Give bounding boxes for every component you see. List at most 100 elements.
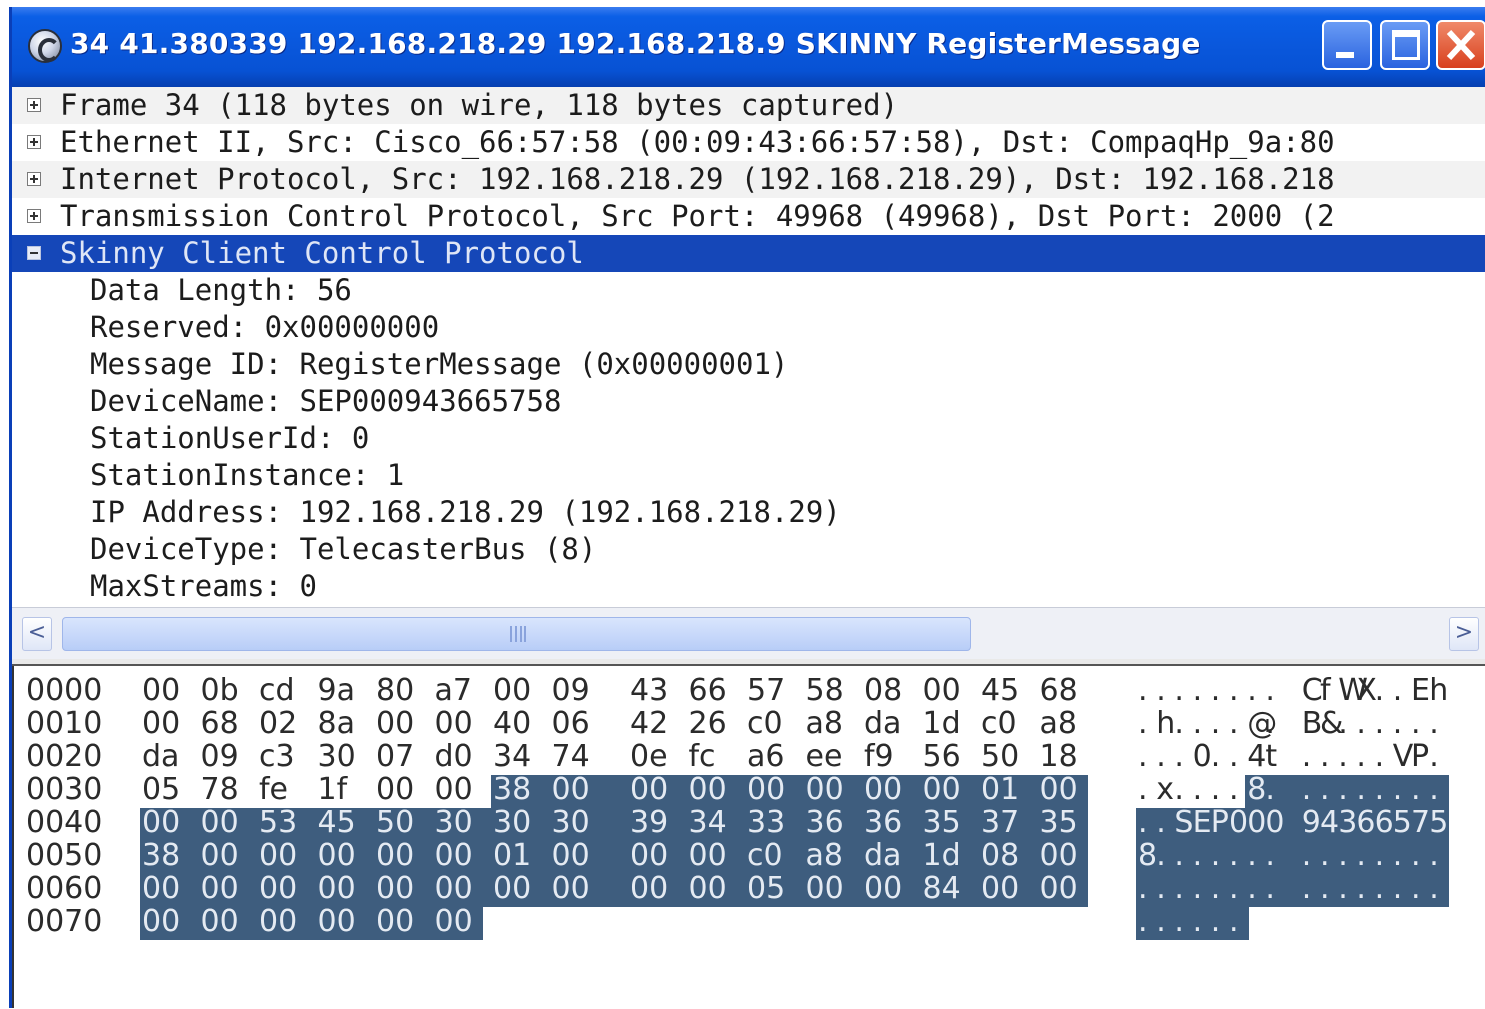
- hex-byte[interactable]: 00: [376, 905, 422, 938]
- hex-byte[interactable]: 00: [689, 872, 735, 905]
- hex-byte[interactable]: 45: [318, 806, 364, 839]
- hex-byte[interactable]: 36: [864, 806, 910, 839]
- pane-splitter[interactable]: [12, 659, 1485, 666]
- ascii-char[interactable]: .: [1247, 872, 1265, 905]
- hex-byte[interactable]: 00: [630, 773, 676, 806]
- ascii-char[interactable]: .: [1193, 905, 1211, 938]
- hex-byte[interactable]: 00: [493, 674, 539, 707]
- ascii-char[interactable]: .: [1356, 872, 1374, 905]
- close-button[interactable]: [1436, 20, 1485, 70]
- hex-byte[interactable]: 00: [864, 872, 910, 905]
- ascii-char[interactable]: .: [1138, 872, 1156, 905]
- title-bar[interactable]: 34 41.380339 192.168.218.29 192.168.218.…: [12, 7, 1485, 87]
- hex-byte[interactable]: 50: [376, 806, 422, 839]
- field-device-type[interactable]: DeviceType: TelecasterBus (8): [90, 531, 596, 568]
- ascii-char[interactable]: E: [1193, 806, 1212, 839]
- ascii-char[interactable]: .: [1320, 872, 1338, 905]
- hex-byte[interactable]: 30: [435, 806, 481, 839]
- hex-byte[interactable]: 30: [552, 806, 598, 839]
- hex-row[interactable]: 0000 00 0b cd 9a 80 a7 00 09 43 66 57 58 08 00 45 68....…: [14, 674, 1485, 707]
- hex-byte[interactable]: 00: [689, 773, 735, 806]
- hex-byte[interactable]: 66: [689, 674, 735, 707]
- ascii-char[interactable]: f: [1320, 674, 1338, 707]
- ascii-char[interactable]: S: [1174, 806, 1193, 839]
- ascii-char[interactable]: .: [1193, 707, 1211, 740]
- collapse-minus-icon[interactable]: [27, 246, 41, 260]
- hex-byte[interactable]: 43: [630, 674, 676, 707]
- hex-byte[interactable]: f9: [864, 740, 910, 773]
- ascii-char[interactable]: .: [1393, 839, 1411, 872]
- maximize-button[interactable]: [1380, 20, 1430, 70]
- tree-item-tcp[interactable]: Transmission Control Protocol, Src Port:…: [12, 198, 1485, 235]
- hex-byte[interactable]: cd: [259, 674, 305, 707]
- ascii-char[interactable]: 6: [1356, 806, 1375, 839]
- hex-byte[interactable]: 00: [806, 872, 852, 905]
- hex-byte[interactable]: 1f: [318, 773, 364, 806]
- ascii-char[interactable]: .: [1211, 740, 1229, 773]
- ascii-char[interactable]: 6: [1375, 806, 1394, 839]
- hex-byte[interactable]: 00: [923, 773, 969, 806]
- ascii-char[interactable]: .: [1265, 839, 1283, 872]
- hex-byte[interactable]: 18: [1040, 740, 1086, 773]
- hex-row[interactable]: 0010 00 68 02 8a 00 00 40 06 42 26 c0 a8 da 1d c0 a8. h..…: [14, 707, 1485, 740]
- ascii-char[interactable]: .: [1320, 773, 1338, 806]
- hex-byte[interactable]: 39: [630, 806, 676, 839]
- ascii-char[interactable]: .: [1229, 707, 1247, 740]
- ascii-char[interactable]: .: [1138, 806, 1156, 839]
- hex-byte[interactable]: 26: [689, 707, 735, 740]
- ascii-char[interactable]: .: [1375, 773, 1393, 806]
- ascii-char[interactable]: .: [1247, 674, 1265, 707]
- ascii-char[interactable]: E: [1411, 674, 1430, 707]
- ascii-char[interactable]: .: [1356, 773, 1374, 806]
- hex-row[interactable]: 0020 da 09 c3 30 07 d0 34 74 0e fc a6 ee f9 56 50 18... 0…: [14, 740, 1485, 773]
- hex-dump-pane[interactable]: 0000 00 0b cd 9a 80 a7 00 09 43 66 57 58 08 00 45 68....…: [12, 666, 1485, 1008]
- ascii-char[interactable]: P: [1211, 806, 1229, 839]
- ascii-char[interactable]: .: [1174, 872, 1192, 905]
- ascii-char[interactable]: .: [1302, 872, 1320, 905]
- ascii-char[interactable]: .: [1302, 740, 1320, 773]
- tree-item-ip[interactable]: Internet Protocol, Src: 192.168.218.29 (…: [12, 161, 1485, 198]
- hex-byte[interactable]: 57: [747, 674, 793, 707]
- hex-byte[interactable]: 00: [493, 872, 539, 905]
- packet-details-tree[interactable]: Frame 34 (118 bytes on wire, 118 bytes c…: [12, 87, 1485, 605]
- ascii-char[interactable]: .: [1338, 839, 1356, 872]
- ascii-char[interactable]: .: [1138, 740, 1156, 773]
- hex-byte[interactable]: 01: [981, 773, 1027, 806]
- ascii-char[interactable]: B: [1302, 707, 1323, 740]
- ascii-char[interactable]: .: [1429, 740, 1447, 773]
- hex-byte[interactable]: 00: [435, 872, 481, 905]
- tree-item-ethernet[interactable]: Ethernet II, Src: Cisco_66:57:58 (00:09:…: [12, 124, 1485, 161]
- ascii-char[interactable]: .: [1156, 839, 1174, 872]
- horizontal-scrollbar[interactable]: < >: [12, 607, 1485, 659]
- ascii-char[interactable]: 3: [1338, 806, 1357, 839]
- ascii-char[interactable]: .: [1211, 707, 1229, 740]
- hex-row[interactable]: 0050 38 00 00 00 00 00 01 00 00 00 c0 a8 da 1d 08 00 8...…: [14, 839, 1485, 872]
- hex-byte[interactable]: 00: [376, 707, 422, 740]
- expand-plus-icon[interactable]: [27, 98, 41, 112]
- ascii-char[interactable]: .: [1356, 740, 1374, 773]
- ascii-char[interactable]: 7: [1411, 806, 1430, 839]
- ascii-char[interactable]: .: [1302, 773, 1320, 806]
- hex-byte[interactable]: a7: [435, 674, 481, 707]
- hex-byte[interactable]: 00: [435, 707, 481, 740]
- ascii-char[interactable]: .: [1356, 707, 1374, 740]
- hex-byte[interactable]: 02: [259, 707, 305, 740]
- hex-byte[interactable]: 36: [806, 806, 852, 839]
- ascii-char[interactable]: .: [1302, 839, 1320, 872]
- ascii-char[interactable]: W: [1338, 674, 1368, 707]
- ascii-char[interactable]: .: [1193, 773, 1211, 806]
- scroll-right-button[interactable]: >: [1449, 617, 1479, 651]
- ascii-char[interactable]: .: [1211, 872, 1229, 905]
- ascii-char[interactable]: .: [1429, 872, 1447, 905]
- hex-byte[interactable]: 09: [201, 740, 247, 773]
- hex-byte[interactable]: a8: [806, 839, 852, 872]
- ascii-char[interactable]: .: [1265, 773, 1283, 806]
- ascii-char[interactable]: .: [1156, 674, 1174, 707]
- hex-byte[interactable]: 42: [630, 707, 676, 740]
- expand-plus-icon[interactable]: [27, 209, 41, 223]
- ascii-char[interactable]: .: [1229, 839, 1247, 872]
- ascii-char[interactable]: C: [1302, 674, 1323, 707]
- hex-byte[interactable]: 00: [552, 872, 598, 905]
- ascii-char[interactable]: h: [1429, 674, 1448, 707]
- hex-byte[interactable]: 09: [552, 674, 598, 707]
